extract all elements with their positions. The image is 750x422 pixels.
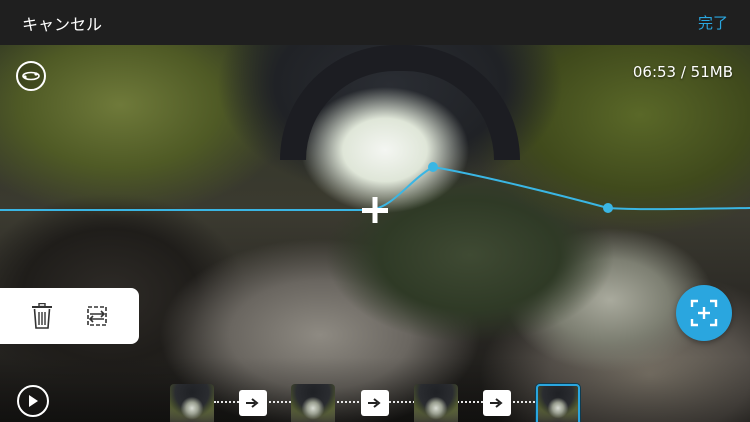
delete-keyframe-button[interactable] bbox=[24, 298, 60, 334]
360-sphere-icon bbox=[22, 71, 40, 81]
path-keyframe-dot[interactable] bbox=[428, 162, 438, 172]
arrow-right-icon bbox=[246, 398, 259, 408]
playhead-cross-icon[interactable] bbox=[362, 197, 388, 223]
done-button[interactable]: 完了 bbox=[698, 12, 728, 33]
360-video-viewport[interactable]: 06:53 / 51MB bbox=[0, 45, 750, 422]
trash-icon bbox=[31, 303, 52, 329]
add-keyframe-button[interactable] bbox=[676, 285, 732, 341]
path-keyframe-dot[interactable] bbox=[603, 203, 613, 213]
transition-button-2[interactable] bbox=[361, 390, 389, 416]
flip-keyframe-button[interactable] bbox=[79, 298, 115, 334]
top-bar: キャンセル 完了 bbox=[0, 0, 750, 45]
360-view-toggle-button[interactable] bbox=[16, 61, 46, 91]
transition-button-1[interactable] bbox=[239, 390, 267, 416]
flip-frame-icon bbox=[87, 306, 108, 326]
keyframe-thumbnail-4-selected[interactable] bbox=[536, 384, 580, 422]
arrow-right-icon bbox=[490, 398, 503, 408]
transition-button-3[interactable] bbox=[483, 390, 511, 416]
play-icon bbox=[29, 395, 38, 407]
duration-size-readout: 06:53 / 51MB bbox=[632, 63, 733, 81]
keyframe-timeline bbox=[0, 357, 750, 422]
cancel-button[interactable]: キャンセル bbox=[22, 11, 102, 35]
keyframe-thumbnail-2[interactable] bbox=[291, 384, 335, 422]
keyframe-tool-panel bbox=[0, 288, 139, 344]
reframe-plus-icon bbox=[690, 299, 718, 327]
keyframe-thumbnail-3[interactable] bbox=[414, 384, 458, 422]
play-button[interactable] bbox=[17, 385, 49, 417]
arrow-right-icon bbox=[368, 398, 381, 408]
keyframe-thumbnail-1[interactable] bbox=[170, 384, 214, 422]
